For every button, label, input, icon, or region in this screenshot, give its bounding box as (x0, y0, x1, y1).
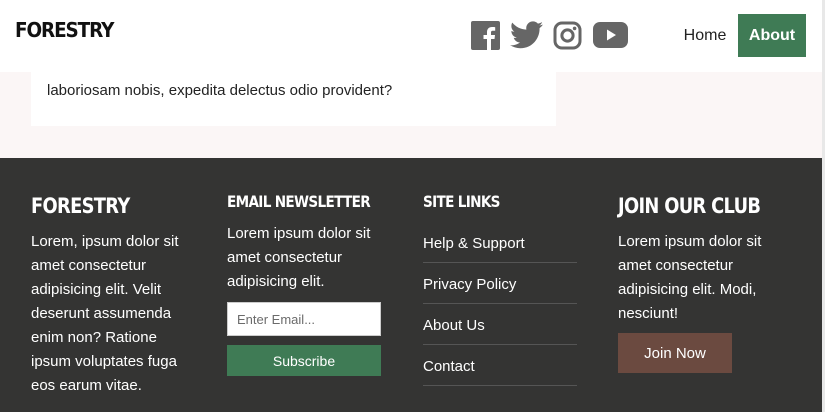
email-input[interactable] (227, 302, 381, 336)
newsletter-title: EMAIL NEWSLETTER (227, 192, 371, 211)
facebook-link[interactable] (471, 20, 500, 50)
link-label: About Us (423, 316, 485, 334)
site-header: FORESTRY Home About (0, 0, 822, 72)
link-privacy-policy[interactable]: Privacy Policy (423, 263, 577, 304)
footer-about-text: Lorem, ipsum dolor sit amet consectetur … (31, 233, 179, 394)
nav-home[interactable]: Home (676, 14, 734, 57)
link-about-us[interactable]: About Us (423, 304, 577, 345)
newsletter-text: Lorem ipsum dolor sit amet consectetur a… (227, 225, 371, 290)
club-text: Lorem ipsum dolor sit amet consectetur a… (618, 233, 762, 322)
nav-about[interactable]: About (738, 14, 806, 57)
youtube-link[interactable] (593, 20, 628, 50)
twitter-icon (510, 21, 543, 49)
link-label: Privacy Policy (423, 275, 517, 293)
card-text: laboriosam nobis, expedita delectus odio… (47, 82, 393, 99)
link-label: Contact (423, 357, 475, 375)
site-links-title: SITE LINKS (423, 192, 500, 211)
footer-brand-title: FORESTRY (31, 194, 130, 218)
site-footer: FORESTRY Lorem, ipsum dolor sit amet con… (0, 158, 822, 412)
brand-logo[interactable]: FORESTRY (15, 18, 115, 42)
join-now-button[interactable]: Join Now (618, 333, 732, 373)
facebook-icon (471, 20, 500, 50)
site-links-list: Help & Support Privacy Policy About Us C… (423, 222, 577, 386)
instagram-icon (553, 21, 582, 49)
link-label: Help & Support (423, 234, 525, 252)
twitter-link[interactable] (510, 20, 543, 50)
youtube-icon (593, 22, 628, 48)
link-contact[interactable]: Contact (423, 345, 577, 386)
subscribe-button[interactable]: Subscribe (227, 345, 381, 376)
instagram-link[interactable] (553, 20, 582, 50)
club-title: JOIN OUR CLUB (618, 194, 761, 218)
link-help-support[interactable]: Help & Support (423, 222, 577, 263)
